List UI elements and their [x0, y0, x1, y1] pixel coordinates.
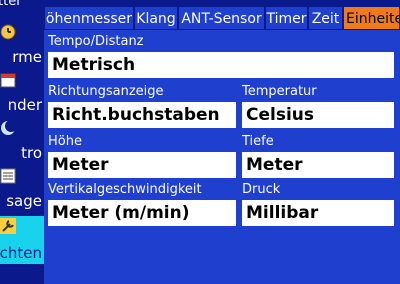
sidebar-item-astro[interactable]: tro	[0, 118, 44, 164]
sidebar-item-setup[interactable]: chten	[0, 216, 44, 264]
sidebar-item-label: nder	[7, 96, 42, 114]
distance-field[interactable]: Metrisch	[48, 52, 394, 78]
vertical-speed-field[interactable]: Meter (m/min)	[48, 200, 236, 226]
clock-icon	[0, 24, 16, 40]
moon-icon	[1, 120, 16, 135]
tab-ant-sensor[interactable]: ANT-Sensor	[178, 6, 265, 30]
sidebar-item-label: sage	[6, 192, 42, 210]
depth-label: Tiefe	[242, 134, 274, 149]
tab-time[interactable]: Zeit	[308, 6, 343, 30]
heading-field[interactable]: Richt.buchstaben	[48, 102, 236, 128]
elevation-field[interactable]: Meter	[48, 152, 236, 178]
temperature-field[interactable]: Celsius	[242, 102, 394, 128]
sidebar-item-label: tro	[21, 144, 42, 162]
tab-units[interactable]: Einheiten	[343, 6, 400, 30]
temperature-label: Temperatur	[242, 84, 317, 99]
vertical-speed-label: Vertikalgeschwindigkeit	[48, 182, 202, 197]
pressure-label: Druck	[242, 182, 281, 197]
pressure-field[interactable]: Millibar	[242, 200, 394, 226]
tab-altimeter[interactable]: öhenmesser	[44, 6, 134, 30]
list-icon	[0, 168, 16, 184]
sidebar-item-message[interactable]: sage	[0, 166, 44, 212]
calendar-icon	[0, 73, 16, 88]
sidebar-item-calendar[interactable]: nder	[0, 70, 44, 116]
heading-label: Richtungsanzeige	[48, 84, 164, 99]
tab-timer[interactable]: Timer	[265, 6, 308, 30]
sidebar-item-label: chten	[0, 244, 42, 262]
tab-bar: öhenmesser Klang ANT-Sensor Timer Zeit E…	[44, 6, 400, 30]
units-settings-panel: Tempo/Distanz Metrisch Richtungsanzeige …	[44, 30, 400, 284]
elevation-label: Höhe	[48, 134, 82, 149]
sidebar-item-label: rme	[12, 48, 42, 66]
sidebar-item-alarms[interactable]: rme	[0, 22, 44, 68]
sidebar: tter rme nder tro sage chten	[0, 0, 44, 284]
sidebar-top-label: tter	[0, 0, 22, 9]
wrench-icon	[0, 218, 16, 234]
distance-label: Tempo/Distanz	[48, 34, 144, 49]
tab-sound[interactable]: Klang	[134, 6, 178, 30]
depth-field[interactable]: Meter	[242, 152, 394, 178]
